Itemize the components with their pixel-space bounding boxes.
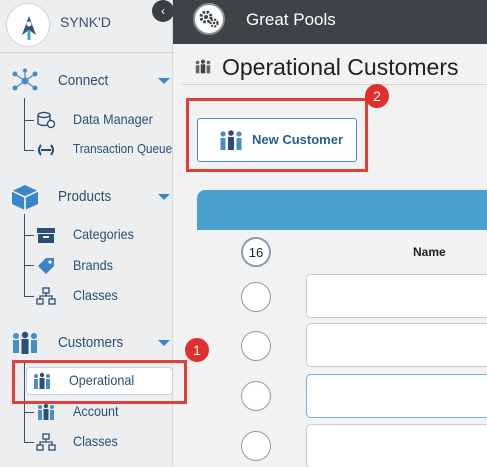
box-icon <box>10 184 40 210</box>
sidebar-item-label: Account <box>73 403 119 419</box>
sidebar-section-connect[interactable]: Connect <box>0 66 173 96</box>
sidebar-section-label: Customers <box>58 334 124 351</box>
chevron-down-icon <box>158 78 170 84</box>
select-all-count[interactable]: 16 <box>241 237 271 267</box>
divider <box>0 52 173 53</box>
collapse-sidebar-button[interactable]: ‹ <box>152 0 174 22</box>
highlight-box-new-customer <box>186 98 368 172</box>
sidebar-section-customers[interactable]: Customers <box>0 328 173 358</box>
sidebar-section-products[interactable]: Products <box>0 182 173 212</box>
customers-icon <box>10 330 40 356</box>
network-icon <box>10 68 40 94</box>
customers-icon <box>36 403 56 421</box>
row-select-checkbox[interactable] <box>241 331 271 361</box>
sidebar-section-label: Connect <box>58 72 109 89</box>
sidebar-item-label: Classes <box>73 433 118 449</box>
sidebar-item-brands[interactable]: Brands <box>0 253 173 279</box>
sidebar-item-classes[interactable]: Classes <box>0 283 173 309</box>
annotation-badge-2: 2 <box>365 84 389 108</box>
row-select-checkbox[interactable] <box>241 431 271 461</box>
chevron-down-icon <box>158 194 170 200</box>
logo-icon[interactable] <box>6 3 50 47</box>
hierarchy-icon <box>36 287 56 305</box>
brand: SYNK'D <box>0 0 173 48</box>
sidebar-item-transaction-queue[interactable]: Transaction Queue <box>0 137 173 163</box>
archive-icon <box>36 226 56 244</box>
table-header-bar <box>197 190 487 230</box>
chevron-down-icon <box>158 340 170 346</box>
annotation-badge-1: 1 <box>185 338 209 362</box>
table-row-name-field[interactable] <box>306 424 487 467</box>
row-select-checkbox[interactable] <box>241 282 271 312</box>
page-title: Operational Customers <box>222 54 459 80</box>
column-header-name[interactable]: Name <box>413 245 446 259</box>
row-select-checkbox[interactable] <box>241 381 271 411</box>
hierarchy-icon <box>36 433 56 451</box>
sidebar-item-label: Transaction Queue <box>73 141 173 156</box>
sidebar-item-label: Brands <box>73 257 113 273</box>
sidebar-item-label: Categories <box>73 226 134 242</box>
company-title: Great Pools <box>246 10 336 29</box>
sync-queue-icon <box>36 141 56 159</box>
sidebar-item-data-manager[interactable]: Data Manager <box>0 107 173 133</box>
table-row-name-field[interactable] <box>306 374 487 418</box>
gears-icon[interactable] <box>193 3 225 35</box>
brand-name: SYNK'D <box>60 14 111 30</box>
sidebar-item-label: Classes <box>73 287 118 303</box>
sidebar-section-label: Products <box>58 188 112 205</box>
customers-icon <box>194 58 212 76</box>
table-row-name-field[interactable] <box>306 323 487 367</box>
divider <box>182 84 487 85</box>
sidebar-item-customer-classes[interactable]: Classes <box>0 429 173 455</box>
highlight-box-operational <box>12 360 187 404</box>
tag-icon <box>36 257 56 275</box>
database-gear-icon <box>36 111 56 129</box>
sidebar-item-categories[interactable]: Categories <box>0 222 173 248</box>
sidebar-item-label: Data Manager <box>73 111 153 127</box>
table-row-name-field[interactable] <box>306 274 487 318</box>
